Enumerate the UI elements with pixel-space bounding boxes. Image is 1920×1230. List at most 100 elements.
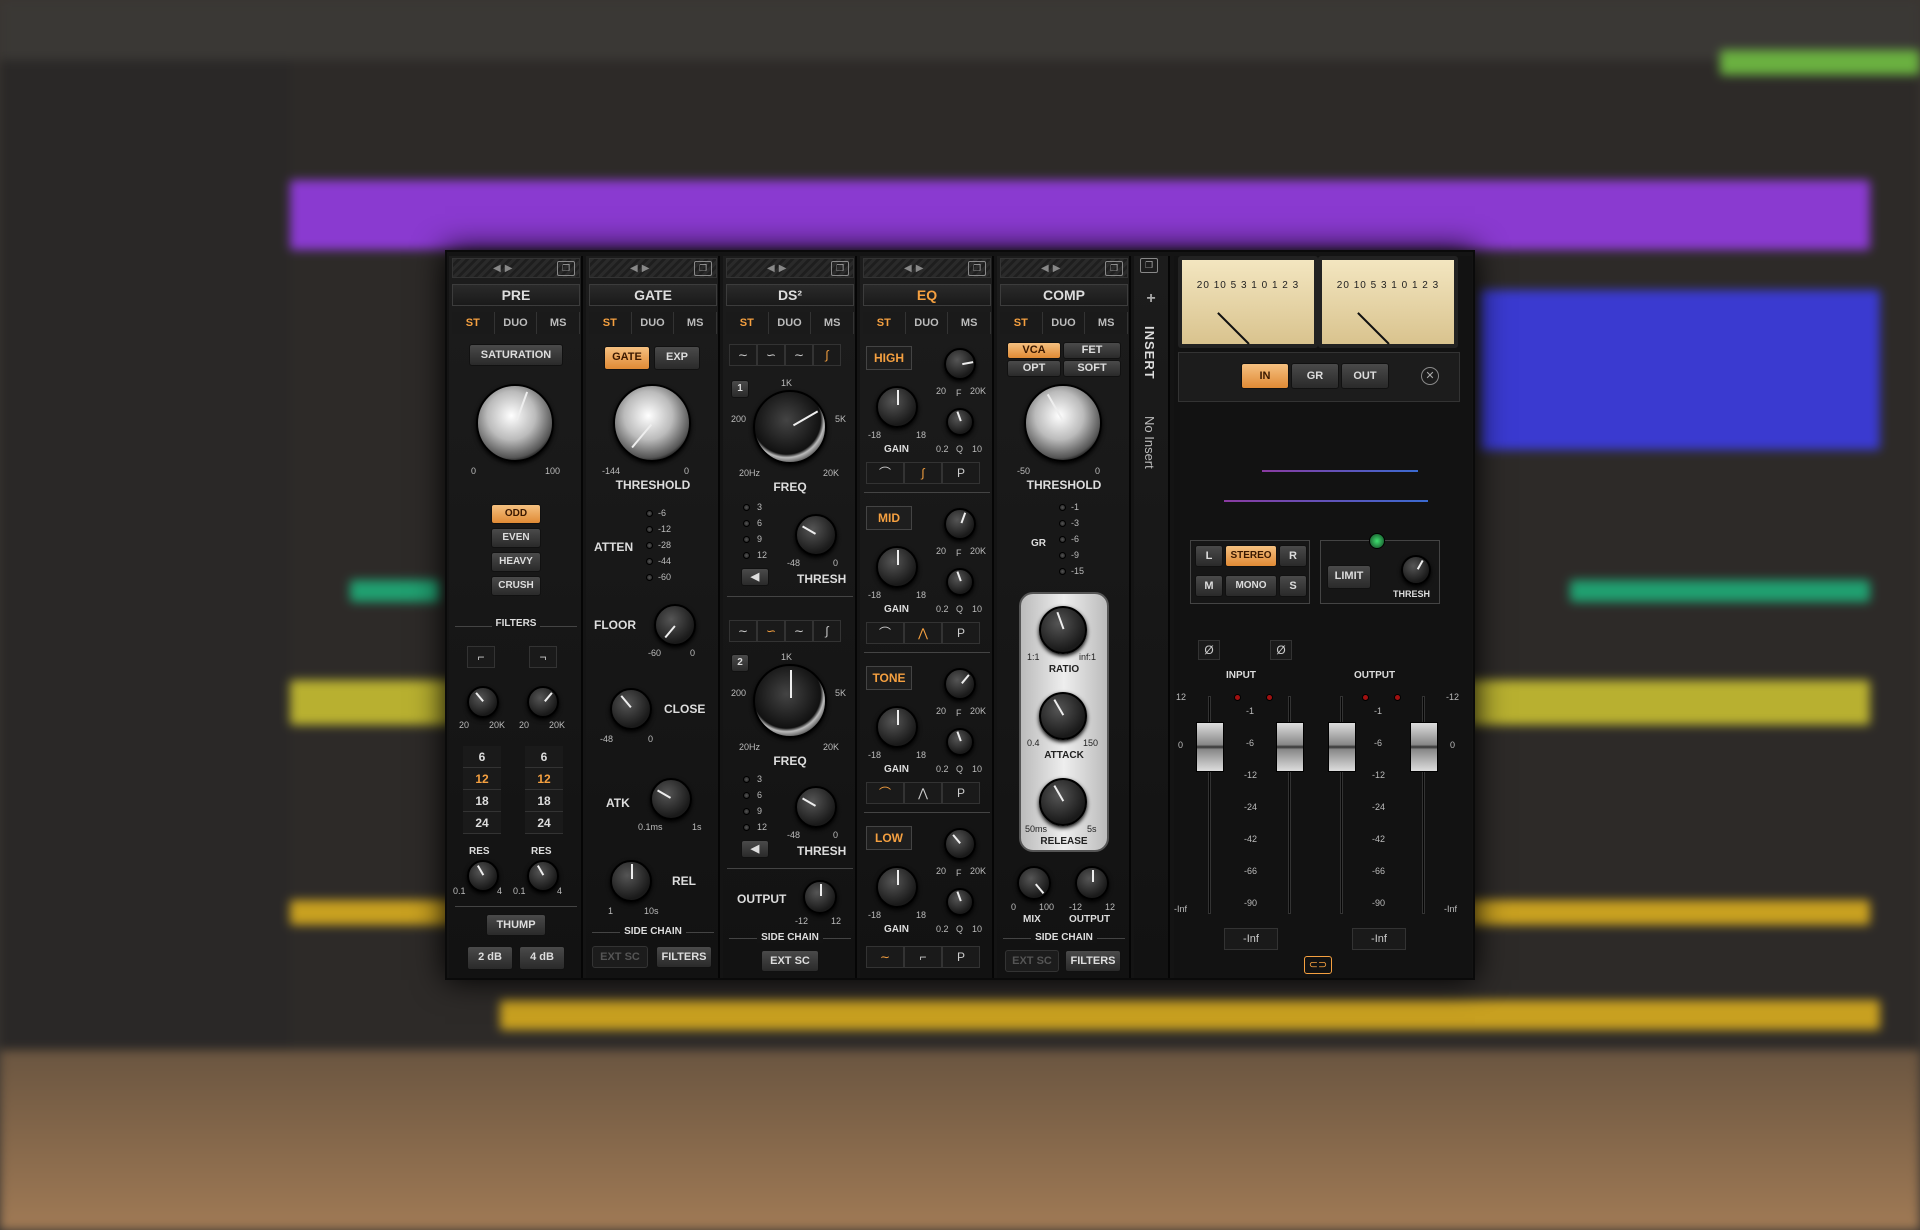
crush-button[interactable]: CRUSH — [491, 576, 541, 596]
preset-arrows-icon[interactable]: ◀▶ — [904, 263, 927, 274]
mode-ms-button[interactable]: MS — [811, 312, 855, 334]
limit-thresh-knob[interactable] — [1401, 555, 1431, 585]
mode-duo-button[interactable]: DUO — [905, 312, 949, 334]
high-q-knob[interactable] — [946, 408, 974, 436]
mid-freq-knob[interactable] — [944, 508, 976, 540]
mode-duo-button[interactable]: DUO — [494, 312, 538, 334]
input-phase-button[interactable]: Ø — [1198, 640, 1220, 660]
saturation-knob[interactable] — [476, 384, 554, 462]
ds-band1-button[interactable]: 1 — [731, 380, 749, 398]
attack-knob[interactable] — [1039, 692, 1087, 740]
sc-filters-button[interactable]: FILTERS — [656, 946, 712, 968]
preset-arrows-icon[interactable]: ◀▶ — [767, 263, 790, 274]
ds2-highshelf-icon[interactable]: ∫ — [813, 620, 841, 642]
input-fader-right[interactable] — [1276, 722, 1304, 772]
mode-duo-button[interactable]: DUO — [768, 312, 812, 334]
meter-in-button[interactable]: IN — [1241, 363, 1289, 389]
ds1-bell-icon[interactable]: ∽ — [757, 344, 785, 366]
meter-gr-button[interactable]: GR — [1291, 363, 1339, 389]
mode-ms-button[interactable]: MS — [948, 312, 992, 334]
soft-button[interactable]: SOFT — [1063, 360, 1121, 377]
ds1-freq-knob[interactable] — [753, 390, 827, 464]
even-button[interactable]: EVEN — [491, 528, 541, 548]
window-icon[interactable]: ❐ — [968, 261, 986, 276]
opt-button[interactable]: OPT — [1007, 360, 1061, 377]
preset-arrows-icon[interactable]: ◀▶ — [630, 263, 653, 274]
stereo-button[interactable]: STEREO — [1225, 545, 1277, 567]
window-icon[interactable]: ❐ — [831, 261, 849, 276]
eq-low-band-button[interactable]: LOW — [866, 826, 912, 850]
link-icon[interactable]: ⊂⊃ — [1304, 956, 1332, 974]
side-button[interactable]: S — [1279, 575, 1307, 597]
low-q-knob[interactable] — [946, 888, 974, 916]
ds2-lowshelf-icon[interactable]: ∼ — [729, 620, 757, 642]
mono-button[interactable]: MONO — [1225, 575, 1277, 597]
window-icon[interactable]: ❐ — [557, 261, 575, 276]
sc-filters-button[interactable]: FILTERS — [1065, 950, 1121, 972]
ds1-highshelf-icon[interactable]: ∫ — [813, 344, 841, 366]
mode-st-button[interactable]: ST — [1000, 312, 1043, 334]
limit-button[interactable]: LIMIT — [1327, 565, 1371, 589]
mid-q-knob[interactable] — [946, 568, 974, 596]
tone-p-button[interactable]: P — [942, 782, 980, 804]
lp-slope-selector[interactable]: 6 12 18 24 — [525, 746, 563, 834]
low-p-button[interactable]: P — [942, 946, 980, 968]
high-bell-icon[interactable]: ⌒ — [866, 462, 904, 484]
preset-arrows-icon[interactable]: ◀▶ — [493, 263, 516, 274]
atk-knob[interactable] — [650, 778, 692, 820]
hp-res-knob[interactable] — [467, 860, 499, 892]
saturation-button[interactable]: SATURATION — [469, 344, 563, 366]
eq-title[interactable]: EQ — [863, 284, 991, 306]
insert-slot[interactable]: No Insert — [1142, 416, 1157, 469]
gate-threshold-knob[interactable] — [613, 384, 691, 462]
mode-ms-button[interactable]: MS — [674, 312, 718, 334]
add-insert-icon[interactable]: + — [1134, 290, 1168, 308]
ds-title[interactable]: DS² — [726, 284, 854, 306]
odd-button[interactable]: ODD — [491, 504, 541, 524]
meter-out-button[interactable]: OUT — [1341, 363, 1389, 389]
mode-st-button[interactable]: ST — [452, 312, 495, 334]
ds1-listen-icon[interactable]: ◀ — [741, 568, 769, 586]
ds-ext-sc-button[interactable]: EXT SC — [761, 950, 819, 972]
heavy-button[interactable]: HEAVY — [491, 552, 541, 572]
high-freq-knob[interactable] — [944, 348, 976, 380]
window-icon[interactable]: ❐ — [694, 261, 712, 276]
output-fader-left[interactable] — [1328, 722, 1356, 772]
ext-sc-button[interactable]: EXT SC — [1005, 950, 1059, 972]
preset-arrows-icon[interactable]: ◀▶ — [1041, 263, 1064, 274]
vca-button[interactable]: VCA — [1007, 342, 1061, 359]
low-cut-icon[interactable]: ⌐ — [904, 946, 942, 968]
left-button[interactable]: L — [1195, 545, 1223, 567]
comp-threshold-knob[interactable] — [1024, 384, 1102, 462]
close-knob[interactable] — [610, 688, 652, 730]
mode-ms-button[interactable]: MS — [1085, 312, 1129, 334]
lowpass-icon[interactable]: ¬ — [529, 646, 557, 668]
output-fader-right[interactable] — [1410, 722, 1438, 772]
ds2-notch-icon[interactable]: ∼ — [785, 620, 813, 642]
output-phase-button[interactable]: Ø — [1270, 640, 1292, 660]
tone-freq-knob[interactable] — [944, 668, 976, 700]
gate-title[interactable]: GATE — [589, 284, 717, 306]
right-button[interactable]: R — [1279, 545, 1307, 567]
exp-mode-button[interactable]: EXP — [654, 346, 700, 370]
ds1-lowshelf-icon[interactable]: ∼ — [729, 344, 757, 366]
lp-freq-knob[interactable] — [527, 686, 559, 718]
tone-wide-icon[interactable]: ⌒ — [866, 782, 904, 804]
high-gain-knob[interactable] — [876, 386, 918, 428]
mid-gain-knob[interactable] — [876, 546, 918, 588]
mode-st-button[interactable]: ST — [863, 312, 906, 334]
gate-mode-button[interactable]: GATE — [604, 346, 650, 370]
mid-p-button[interactable]: P — [942, 622, 980, 644]
ds1-notch-icon[interactable]: ∼ — [785, 344, 813, 366]
hipass-icon[interactable]: ⌐ — [467, 646, 495, 668]
mix-knob[interactable] — [1017, 866, 1051, 900]
mid-button[interactable]: M — [1195, 575, 1223, 597]
mode-ms-button[interactable]: MS — [537, 312, 581, 334]
floor-knob[interactable] — [654, 604, 696, 646]
eq-tone-band-button[interactable]: TONE — [866, 666, 912, 690]
thump-2db-button[interactable]: 2 dB — [467, 946, 513, 970]
rel-knob[interactable] — [610, 860, 652, 902]
ds2-freq-knob[interactable] — [753, 664, 827, 738]
input-fader-left[interactable] — [1196, 722, 1224, 772]
close-icon[interactable]: ✕ — [1421, 367, 1439, 385]
